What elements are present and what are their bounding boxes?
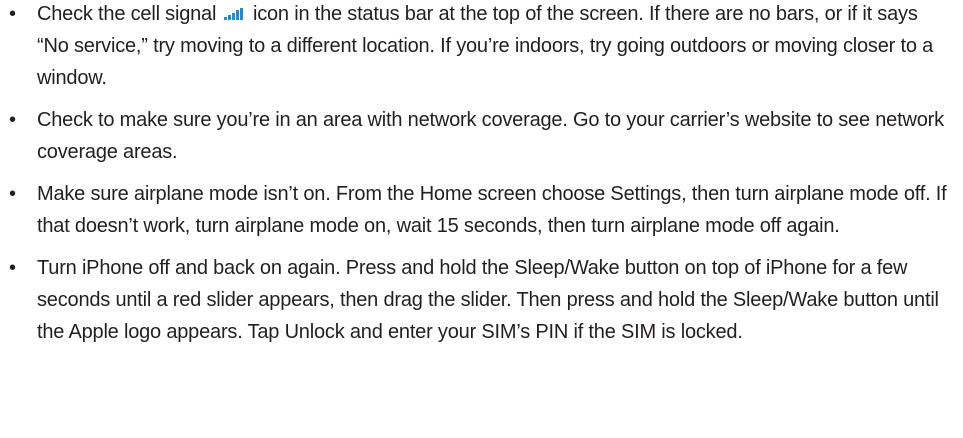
list-item-text-start: Check the cell signal bbox=[37, 3, 222, 25]
bullet: • bbox=[9, 183, 16, 205]
troubleshooting-document: • Check the cell signal icon in the stat… bbox=[0, 0, 963, 438]
list-item-restart-iphone: • Turn iPhone off and back on again. Pre… bbox=[0, 252, 963, 348]
list-item-network-coverage: • Check to make sure you’re in an area w… bbox=[0, 104, 963, 168]
troubleshooting-bullet-list: • Check the cell signal icon in the stat… bbox=[0, 0, 963, 358]
list-item-text: Check to make sure you’re in an area wit… bbox=[37, 109, 944, 163]
cell-signal-icon bbox=[223, 8, 246, 20]
list-item-text: Turn iPhone off and back on again. Press… bbox=[37, 257, 939, 343]
bullet: • bbox=[9, 109, 16, 131]
list-item-airplane-mode: • Make sure airplane mode isn’t on. From… bbox=[0, 178, 963, 242]
list-item-text: Make sure airplane mode isn’t on. From t… bbox=[37, 183, 947, 237]
bullet: • bbox=[9, 257, 16, 279]
list-item-check-signal: • Check the cell signal icon in the stat… bbox=[0, 0, 963, 94]
bullet: • bbox=[9, 3, 16, 25]
